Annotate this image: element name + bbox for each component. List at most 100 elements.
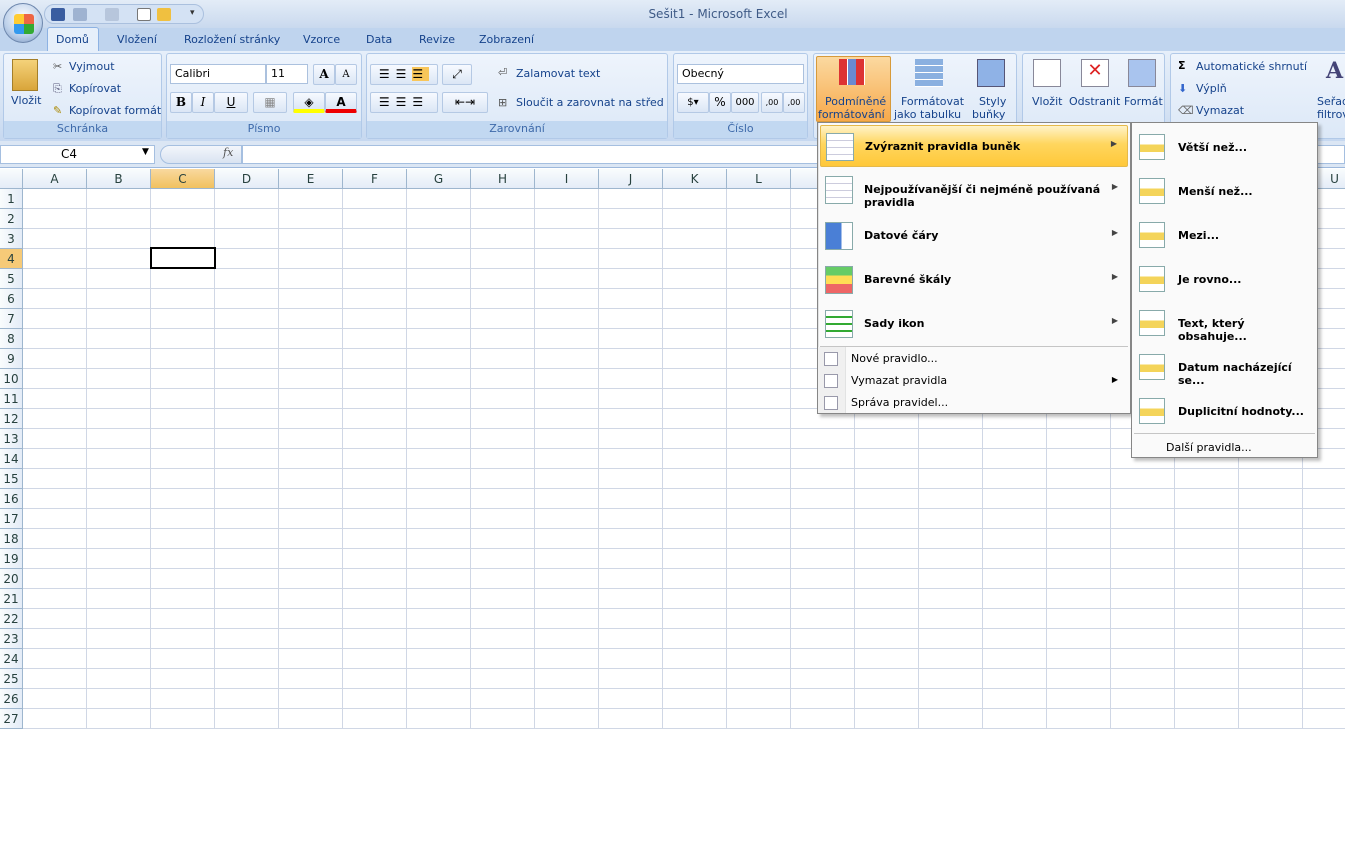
increase-decimal-button[interactable]: ,00: [761, 92, 783, 113]
customize-toolbar-icon[interactable]: ▾: [190, 8, 198, 21]
select-all-corner[interactable]: [0, 169, 23, 189]
row-header-14[interactable]: 14: [0, 449, 23, 469]
row-header-6[interactable]: 6: [0, 289, 23, 309]
tab-review[interactable]: Revize: [419, 33, 455, 46]
column-header-a[interactable]: A: [23, 169, 87, 189]
tab-insert[interactable]: Vložení: [117, 33, 157, 46]
borders-button[interactable]: ▦: [253, 92, 287, 113]
font-name-select[interactable]: Calibri: [170, 64, 266, 84]
column-header-l[interactable]: L: [727, 169, 791, 189]
tab-view[interactable]: Zobrazení: [479, 33, 534, 46]
number-format-select[interactable]: Obecný: [677, 64, 804, 84]
tab-data[interactable]: Data: [366, 33, 392, 46]
font-size-select[interactable]: 11: [266, 64, 308, 84]
undo-icon[interactable]: [73, 8, 87, 21]
row-header-2[interactable]: 2: [0, 209, 23, 229]
sort-filter-button[interactable]: Seřad: [1317, 95, 1345, 108]
wrap-text-button[interactable]: Zalamovat text: [516, 67, 600, 80]
insert-cells-button[interactable]: Vložit: [1032, 95, 1062, 108]
menu-item-more-rules[interactable]: Další pravidla...: [1134, 437, 1315, 459]
underline-button[interactable]: U: [214, 92, 248, 113]
row-header-9[interactable]: 9: [0, 349, 23, 369]
row-header-22[interactable]: 22: [0, 609, 23, 629]
column-header-c[interactable]: C: [151, 169, 215, 189]
currency-button[interactable]: $▾: [677, 92, 709, 113]
menu-item-1[interactable]: Nejpoužívanější či nejméně používaná pra…: [820, 169, 1128, 211]
row-header-3[interactable]: 3: [0, 229, 23, 249]
row-header-5[interactable]: 5: [0, 269, 23, 289]
vertical-align-buttons[interactable]: ☰☰☰: [370, 64, 438, 85]
column-header-h[interactable]: H: [471, 169, 535, 189]
italic-button[interactable]: I: [192, 92, 214, 113]
menu-item-small-1[interactable]: Vymazat pravidla ▶: [820, 370, 1128, 392]
grow-font-button[interactable]: A: [313, 64, 335, 85]
submenu-item-6[interactable]: Duplicitní hodnoty...: [1134, 391, 1315, 433]
active-cell-c4[interactable]: [150, 247, 216, 269]
orientation-button[interactable]: ⤢: [442, 64, 472, 85]
format-as-table-button[interactable]: Formátovat: [901, 95, 964, 108]
row-header-1[interactable]: 1: [0, 189, 23, 209]
menu-item-small-2[interactable]: Správa pravidel...: [820, 392, 1128, 414]
submenu-item-4[interactable]: Text, který obsahuje...: [1134, 303, 1315, 345]
cell-styles-button[interactable]: Styly: [979, 95, 1006, 108]
row-header-10[interactable]: 10: [0, 369, 23, 389]
submenu-item-3[interactable]: Je rovno...: [1134, 259, 1315, 301]
decrease-decimal-button[interactable]: ,00: [783, 92, 805, 113]
percent-button[interactable]: %: [709, 92, 731, 113]
submenu-item-1[interactable]: Menší než...: [1134, 171, 1315, 213]
format-painter-button[interactable]: Kopírovat formát: [69, 104, 161, 117]
thousands-button[interactable]: 000: [731, 92, 759, 113]
autosum-button[interactable]: Automatické shrnutí: [1196, 60, 1307, 73]
horizontal-align-buttons[interactable]: ☰☰☰: [370, 92, 438, 113]
menu-item-0[interactable]: Zvýraznit pravidla buněk ▶: [820, 125, 1128, 167]
row-header-23[interactable]: 23: [0, 629, 23, 649]
row-header-11[interactable]: 11: [0, 389, 23, 409]
row-header-8[interactable]: 8: [0, 329, 23, 349]
row-header-27[interactable]: 27: [0, 709, 23, 729]
row-header-13[interactable]: 13: [0, 429, 23, 449]
tab-formulas[interactable]: Vzorce: [303, 33, 340, 46]
submenu-item-2[interactable]: Mezi...: [1134, 215, 1315, 257]
menu-item-4[interactable]: Sady ikon ▶: [820, 303, 1128, 345]
fill-button[interactable]: Výplň: [1196, 82, 1227, 95]
submenu-item-5[interactable]: Datum nacházející se...: [1134, 347, 1315, 389]
name-box-dropdown-icon[interactable]: ▼: [142, 147, 149, 157]
copy-button[interactable]: Kopírovat: [69, 82, 121, 95]
submenu-item-0[interactable]: Větší než...: [1134, 127, 1315, 169]
indent-buttons[interactable]: ⇤⇥: [442, 92, 488, 113]
row-header-7[interactable]: 7: [0, 309, 23, 329]
column-header-j[interactable]: J: [599, 169, 663, 189]
tab-page-layout[interactable]: Rozložení stránky: [184, 33, 280, 46]
row-header-17[interactable]: 17: [0, 509, 23, 529]
column-header-d[interactable]: D: [215, 169, 279, 189]
office-button[interactable]: [3, 3, 43, 43]
column-header-b[interactable]: B: [87, 169, 151, 189]
delete-cells-button[interactable]: Odstranit: [1069, 95, 1120, 108]
merge-center-button[interactable]: Sloučit a zarovnat na střed: [516, 96, 664, 109]
font-color-button[interactable]: A: [325, 92, 357, 113]
column-header-e[interactable]: E: [279, 169, 343, 189]
column-header-f[interactable]: F: [343, 169, 407, 189]
row-header-15[interactable]: 15: [0, 469, 23, 489]
tab-home-label[interactable]: Domů: [56, 33, 89, 46]
row-header-20[interactable]: 20: [0, 569, 23, 589]
new-document-icon[interactable]: [137, 8, 151, 21]
row-header-25[interactable]: 25: [0, 669, 23, 689]
row-header-19[interactable]: 19: [0, 549, 23, 569]
fill-color-button[interactable]: ◈: [293, 92, 325, 113]
row-header-12[interactable]: 12: [0, 409, 23, 429]
row-header-18[interactable]: 18: [0, 529, 23, 549]
row-header-21[interactable]: 21: [0, 589, 23, 609]
row-header-4[interactable]: 4: [0, 249, 23, 269]
open-folder-icon[interactable]: [157, 8, 171, 21]
row-header-16[interactable]: 16: [0, 489, 23, 509]
save-icon[interactable]: [51, 8, 65, 21]
insert-function-button[interactable]: fx: [223, 146, 233, 159]
name-box[interactable]: C4: [0, 145, 155, 164]
menu-item-small-0[interactable]: Nové pravidlo...: [820, 348, 1128, 370]
column-header-i[interactable]: I: [535, 169, 599, 189]
row-header-26[interactable]: 26: [0, 689, 23, 709]
row-header-24[interactable]: 24: [0, 649, 23, 669]
redo-icon[interactable]: [105, 8, 119, 21]
menu-item-3[interactable]: Barevné škály ▶: [820, 259, 1128, 301]
